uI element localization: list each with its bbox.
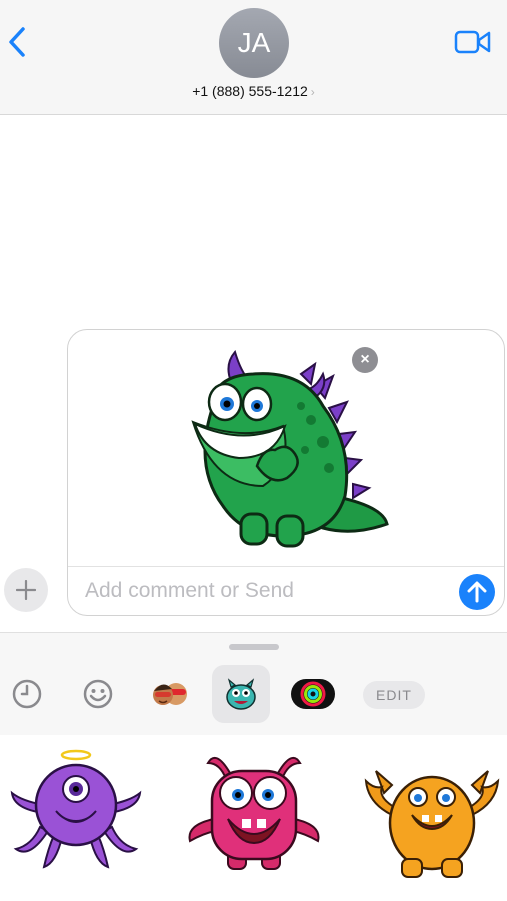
chevron-right-icon: ›: [310, 85, 315, 99]
remove-sticker-button[interactable]: ×: [352, 347, 378, 373]
arrow-up-icon: [467, 581, 487, 603]
contact-avatar[interactable]: JA: [219, 8, 289, 78]
apps-plus-button[interactable]: [4, 568, 48, 612]
send-button[interactable]: [459, 574, 495, 610]
pink-monster-sticker[interactable]: [184, 749, 324, 873]
activity-rings-icon: [291, 679, 335, 709]
avatar-initials: JA: [237, 27, 271, 58]
drawer-grabber[interactable]: [229, 644, 279, 650]
emoji-icon: [83, 679, 113, 709]
edit-button[interactable]: EDIT: [363, 681, 425, 709]
tab-recents[interactable]: [0, 665, 56, 723]
sticker-drawer: EDIT: [0, 632, 507, 901]
conversation-header: JA +1 (888) 555-1212 ›: [0, 0, 507, 115]
tab-emoji[interactable]: [69, 665, 127, 723]
tab-activity[interactable]: [284, 665, 342, 723]
green-dinosaur-monster-sticker[interactable]: [183, 346, 395, 556]
sticker-grid: [0, 735, 507, 901]
monster-pack-icon: [226, 678, 256, 710]
tab-monster-pack[interactable]: [212, 665, 270, 723]
contact-number: +1 (888) 555-1212: [192, 83, 308, 99]
recents-icon: [12, 679, 42, 709]
purple-octopus-monster-sticker[interactable]: [8, 749, 144, 869]
contact-name[interactable]: +1 (888) 555-1212 ›: [0, 83, 507, 99]
tab-memoji[interactable]: [141, 665, 199, 723]
comment-input[interactable]: Add comment or Send: [68, 566, 504, 616]
video-call-icon[interactable]: [454, 28, 492, 56]
orange-monster-sticker[interactable]: [362, 763, 502, 881]
back-chevron-icon[interactable]: [6, 26, 28, 58]
plus-icon: [16, 580, 36, 600]
memoji-icon: [153, 683, 187, 705]
message-composer: × Add comment or Send: [67, 329, 505, 616]
comment-placeholder: Add comment or Send: [85, 579, 294, 602]
close-icon: ×: [360, 351, 370, 368]
